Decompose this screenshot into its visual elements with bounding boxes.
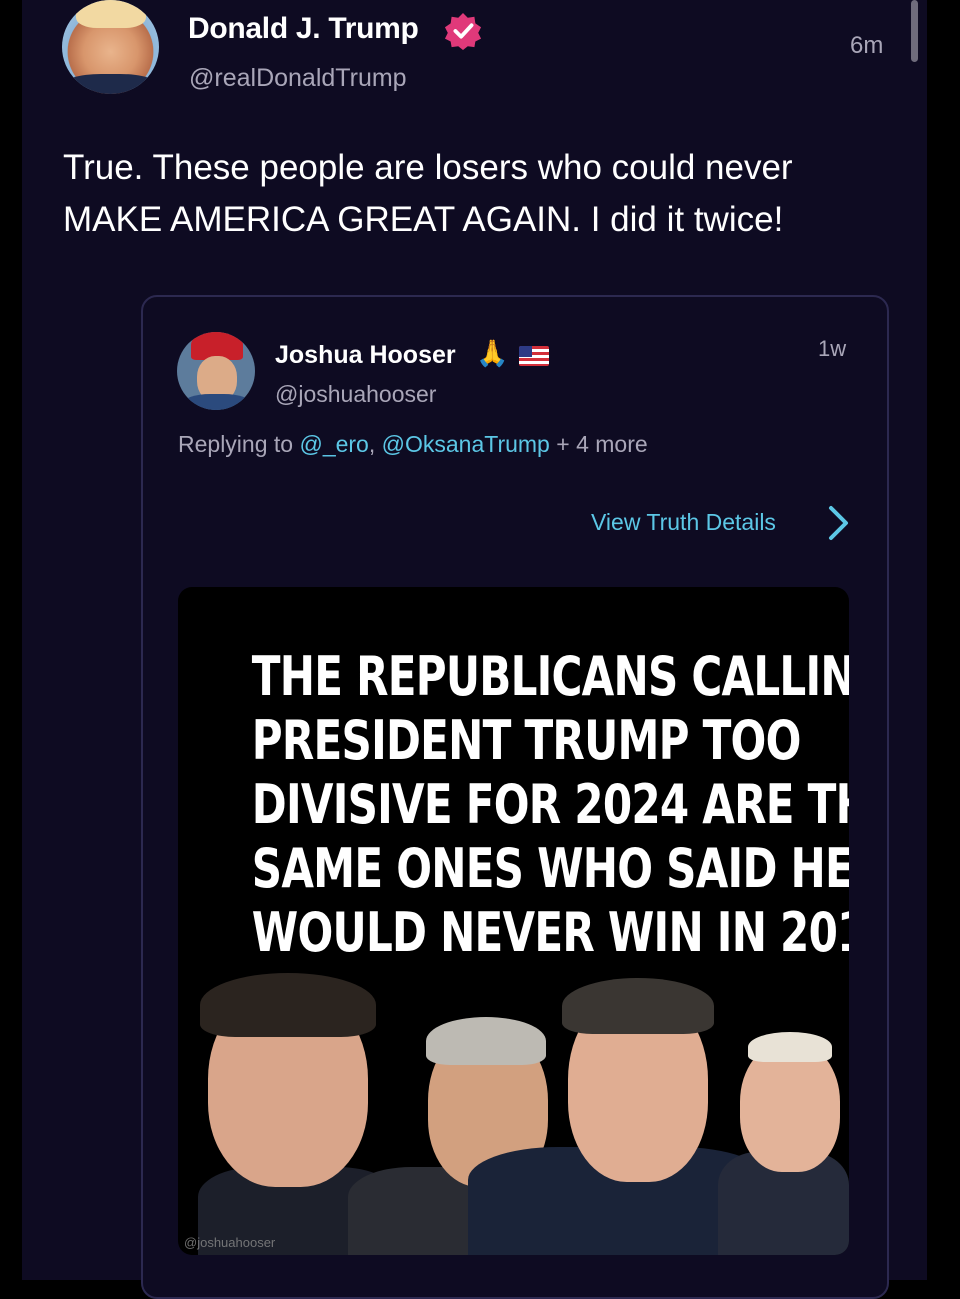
verified-badge-icon <box>444 12 482 50</box>
meme-caption: THE REPUBLICANS CALLING PRESIDENT TRUMP … <box>251 645 849 965</box>
author-handle[interactable]: @realDonaldTrump <box>189 64 407 93</box>
chevron-right-icon[interactable] <box>826 504 852 542</box>
quoted-author-handle[interactable]: @joshuahooser <box>275 381 436 408</box>
quoted-author-avatar[interactable] <box>177 332 255 410</box>
author-name[interactable]: Donald J. Trump <box>188 12 419 46</box>
view-truth-details-link[interactable]: View Truth Details <box>591 509 776 536</box>
mention-separator: , <box>368 431 382 457</box>
us-flag-icon <box>519 346 549 366</box>
post-timestamp: 6m <box>850 32 884 59</box>
replying-prefix: Replying to <box>178 431 300 457</box>
image-watermark: @joshuahooser <box>184 1235 276 1250</box>
person-photo <box>718 1032 849 1255</box>
author-avatar[interactable] <box>62 0 159 94</box>
meme-caption-line: PRESIDENT TRUMP TOO <box>251 709 802 772</box>
post-body-text: True. These people are losers who could … <box>63 148 793 239</box>
meme-caption-line: THE REPUBLICANS CALLING <box>251 645 849 708</box>
meme-caption-line: SAME ONES WHO SAID HE <box>251 837 849 900</box>
quoted-author-name[interactable]: Joshua Hooser <box>275 341 456 370</box>
replying-to-line: Replying to @_ero, @OksanaTrump + 4 more <box>178 431 648 458</box>
scrollbar[interactable] <box>911 0 918 62</box>
mention-link[interactable]: @OksanaTrump <box>382 431 550 457</box>
mention-link[interactable]: @_ero <box>299 431 368 457</box>
meme-caption-line: DIVISIVE FOR 2024 ARE THE <box>251 773 849 836</box>
quoted-post-timestamp: 1w <box>818 336 847 361</box>
more-mentions[interactable]: + 4 more <box>550 431 647 457</box>
quoted-post-image[interactable]: THE REPUBLICANS CALLING PRESIDENT TRUMP … <box>178 587 849 1255</box>
praying-hands-icon: 🙏 <box>476 338 509 368</box>
meme-caption-line: WOULD NEVER WIN IN 2016. <box>251 901 849 964</box>
